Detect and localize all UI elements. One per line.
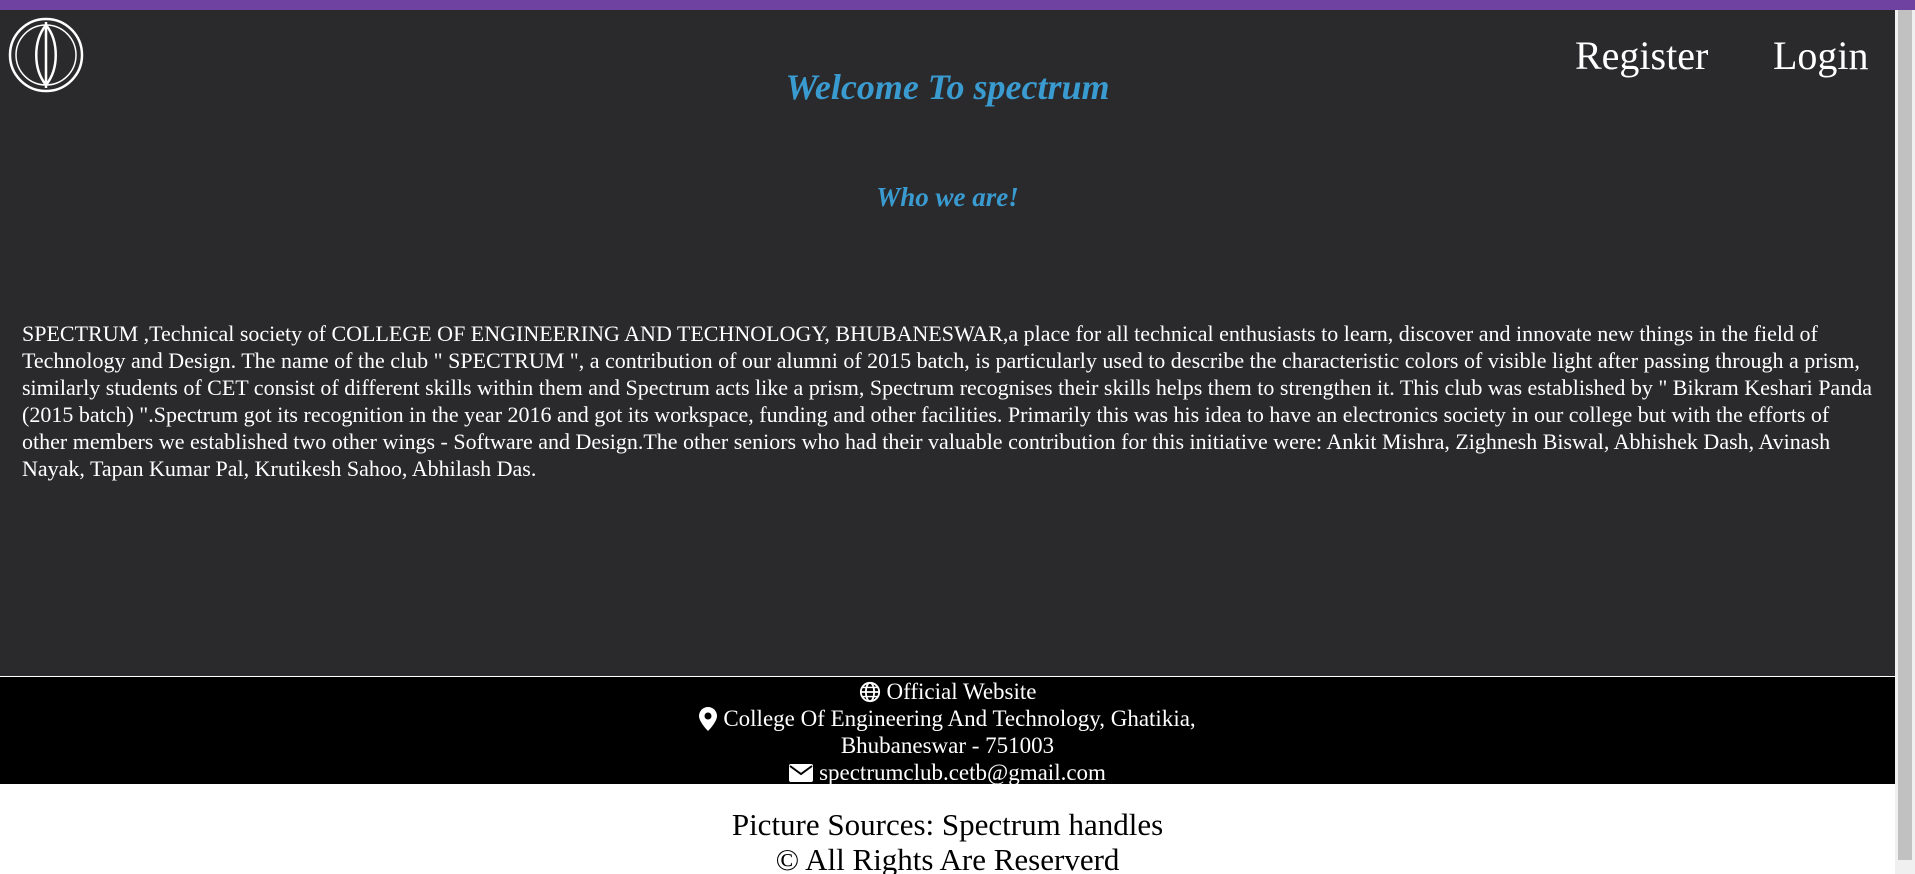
envelope-icon xyxy=(789,763,814,782)
official-website-link[interactable]: Official Website xyxy=(887,678,1037,705)
email-link[interactable]: spectrumclub.cetb@gmail.com xyxy=(819,759,1106,786)
copyright-text: © All Rights Are Reserverd xyxy=(775,842,1120,874)
top-accent-bar xyxy=(0,0,1915,10)
globe-icon xyxy=(859,681,880,702)
scrollbar-thumb[interactable] xyxy=(1898,10,1912,860)
about-heading: Who we are! xyxy=(876,182,1019,212)
email-row[interactable]: spectrumclub.cetb@gmail.com xyxy=(0,759,1895,786)
about-paragraph: SPECTRUM ,Technical society of COLLEGE O… xyxy=(22,321,1872,481)
map-marker-icon xyxy=(699,706,718,731)
credits: Picture Sources: Spectrum handles © All … xyxy=(0,807,1895,874)
address-line-1: College Of Engineering And Technology, G… xyxy=(723,706,1196,731)
address-row: College Of Engineering And Technology, G… xyxy=(0,705,1895,732)
contact-footer: Official Website College Of Engineering … xyxy=(0,677,1895,786)
page-title: Welcome To spectrum xyxy=(785,67,1110,107)
address-line-2: Bhubaneswar - 751003 xyxy=(840,733,1055,758)
picture-sources-text: Picture Sources: Spectrum handles xyxy=(731,807,1164,842)
address-row-2: Bhubaneswar - 751003 xyxy=(0,732,1895,759)
vertical-scrollbar[interactable] xyxy=(1895,10,1915,874)
website-row[interactable]: Official Website xyxy=(0,677,1895,705)
page: Register Login Welcome To spectrum Who w… xyxy=(0,0,1915,874)
